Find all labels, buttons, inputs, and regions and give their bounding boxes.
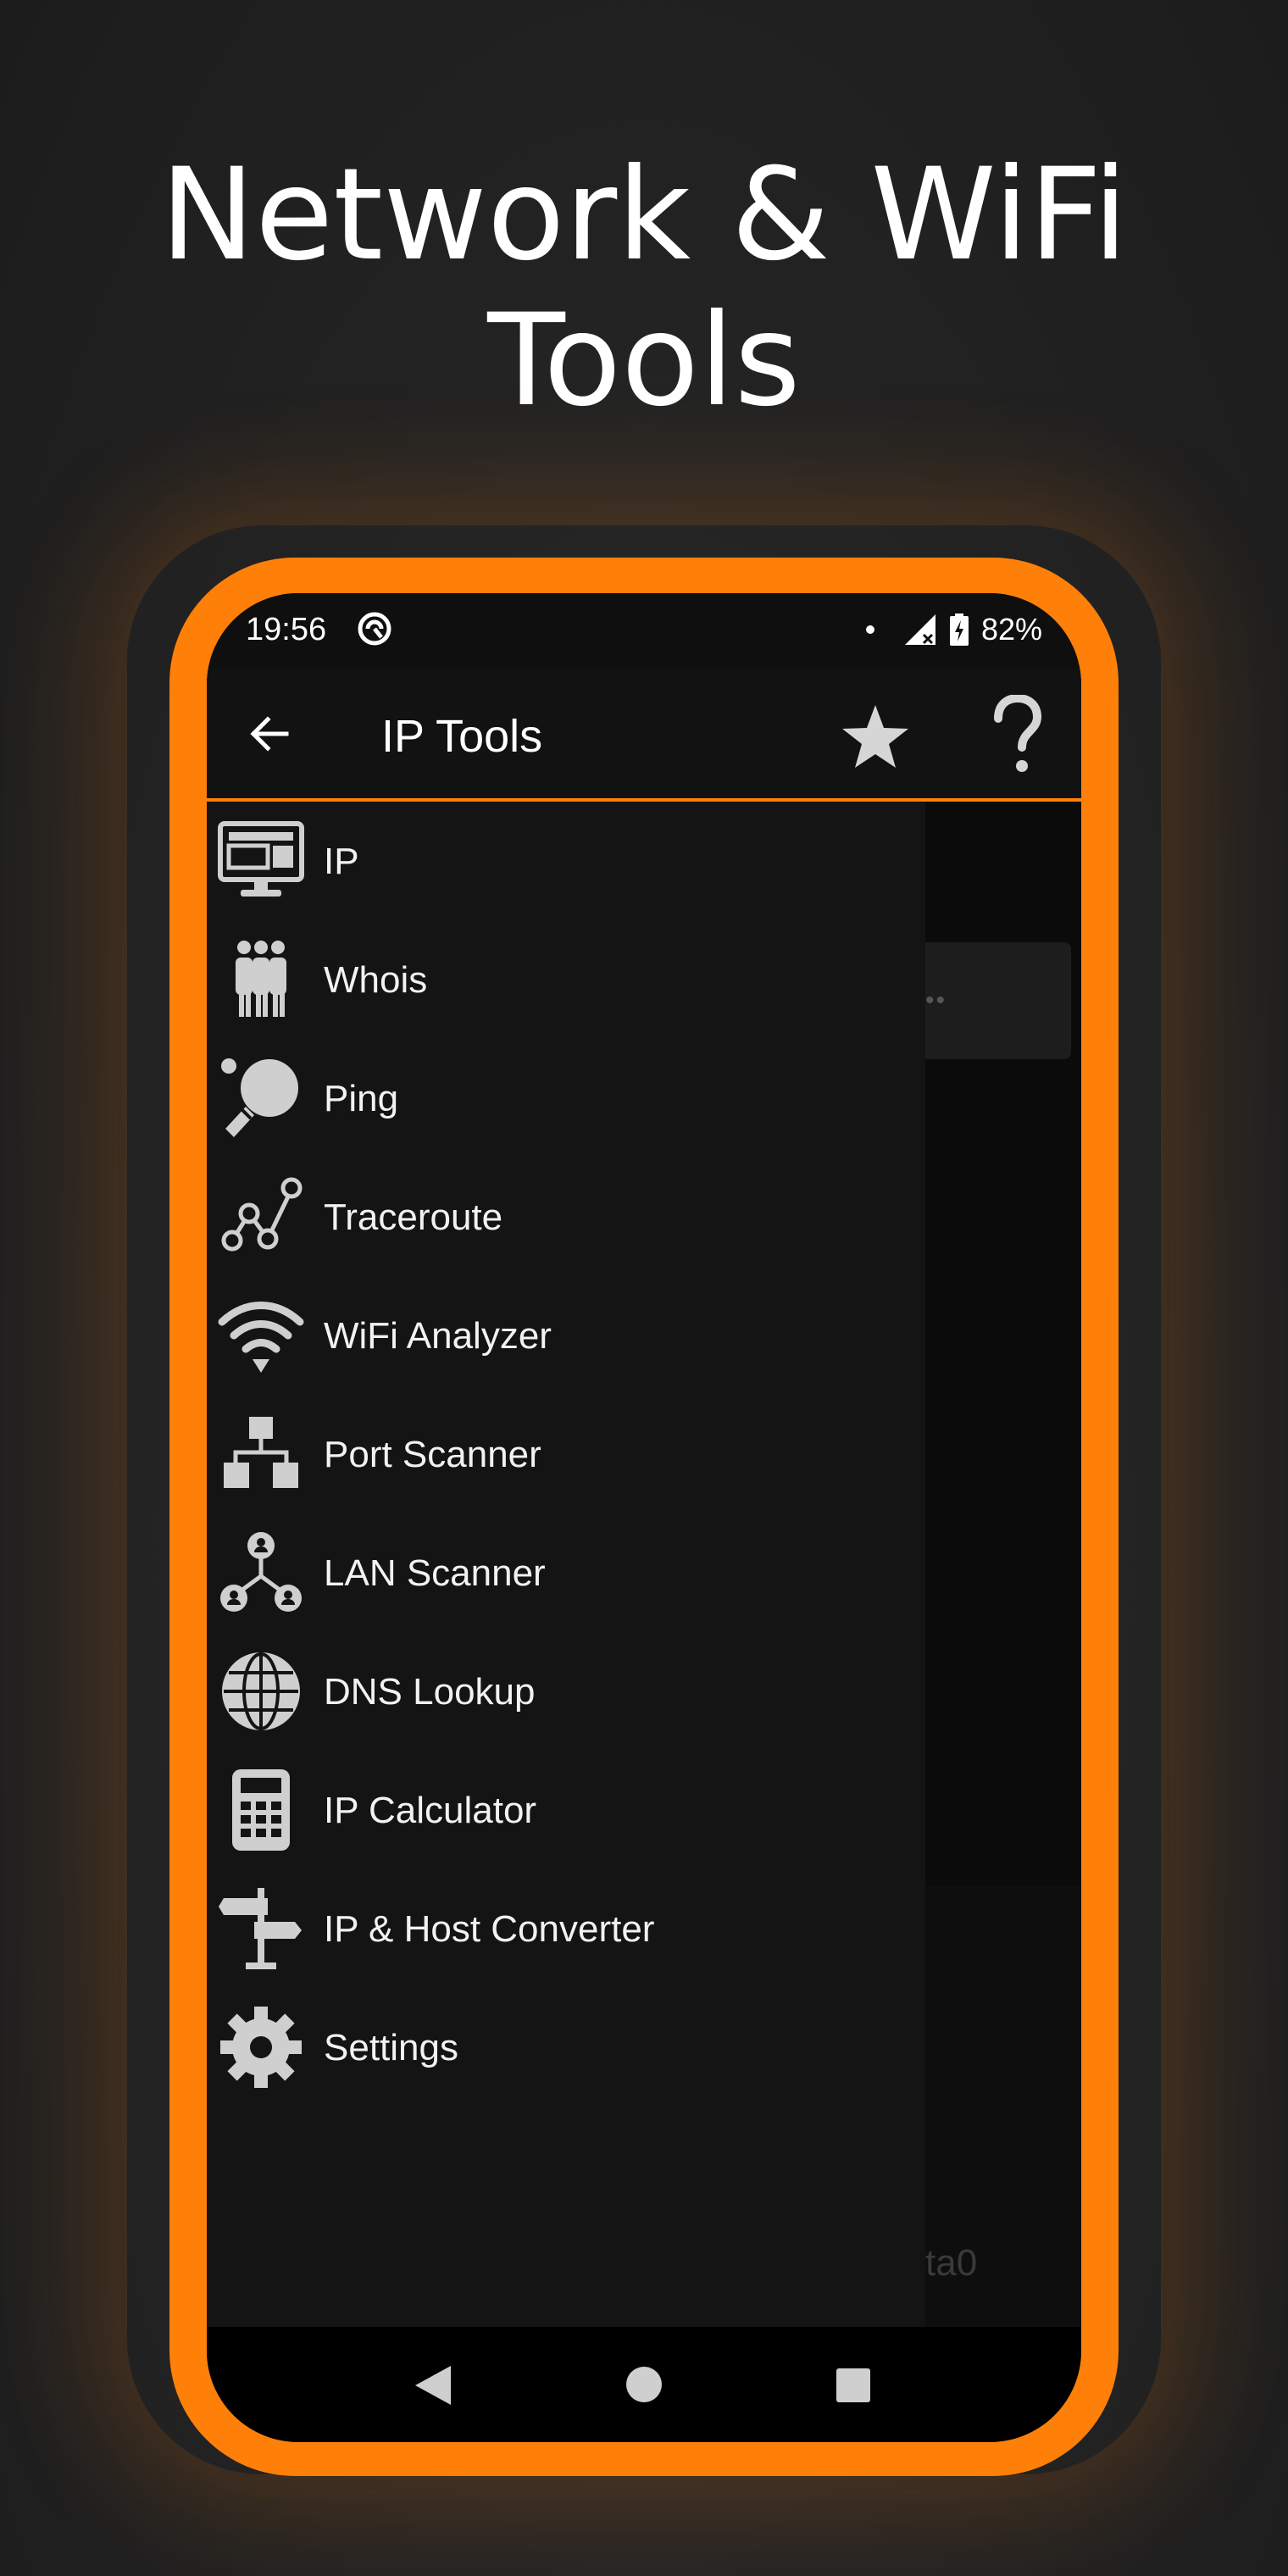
headline-line1: Network & WiFi [159,142,1129,289]
nav-recent-icon[interactable] [836,2368,871,2403]
app-notification-icon [358,612,391,646]
notification-dot [865,625,874,634]
headline: Network & WiFi Tools [0,142,1288,434]
drawer-item-label: Whois [324,959,428,1001]
signal-icon [904,614,935,645]
drawer-item-wifi-analyzer[interactable]: WiFi Analyzer [207,1276,925,1395]
drawer-item-label: IP & Host Converter [324,1908,655,1950]
content-text-1: ta0 [925,2242,978,2284]
network-hierarchy-icon [224,1417,298,1488]
drawer-item-whois[interactable]: Whois [207,920,925,1039]
app-bar: IP Tools [207,669,1081,802]
nav-back-icon[interactable] [414,2364,452,2407]
lan-users-icon [220,1532,302,1612]
drawer-item-traceroute[interactable]: Traceroute [207,1158,925,1276]
drawer-item-ip-host-converter[interactable]: IP & Host Converter [207,1869,925,1988]
drawer-item-dns-lookup[interactable]: DNS Lookup [207,1632,925,1751]
status-bar: 19:56 82% [207,593,1081,669]
people-icon [236,941,286,1017]
drawer-item-ip-calculator[interactable]: IP Calculator [207,1751,925,1869]
navigation-drawer: IP Whois Ping Traceroute WiFi Analyzer P… [207,802,925,2327]
drawer-item-lan-scanner[interactable]: LAN Scanner [207,1513,925,1632]
globe-icon [222,1652,300,1730]
drawer-item-settings[interactable]: Settings [207,1988,925,2107]
signpost-icon [219,1888,302,1969]
drawer-item-label: WiFi Analyzer [324,1315,552,1357]
drawer-item-label: Ping [324,1078,399,1119]
wifi-icon [218,1302,304,1373]
calculator-icon [232,1769,290,1851]
battery-percent: 82% [980,612,1042,647]
ping-pong-icon [221,1058,298,1137]
drawer-item-label: IP Calculator [324,1790,537,1831]
drawer-item-ip[interactable]: IP [207,802,925,920]
nav-home-icon[interactable] [625,2366,663,2403]
status-right: 82% [865,610,1042,649]
drawer-item-label: Port Scanner [324,1434,541,1475]
page-title: IP Tools [381,711,543,762]
arrow-back-icon[interactable] [244,708,295,759]
content-dots: •• [925,986,947,1014]
drawer-item-port-scanner[interactable]: Port Scanner [207,1395,925,1513]
drawer-item-label: DNS Lookup [324,1671,536,1713]
headline-line2: Tools [487,287,801,435]
drawer-item-label: IP [324,841,359,882]
drawer-item-label: Traceroute [324,1196,503,1238]
battery-charging-icon [949,613,969,646]
drawer-item-ping[interactable]: Ping [207,1039,925,1158]
monitor-icon [218,821,304,897]
drawer-item-label: Settings [324,2027,458,2068]
phone-screen: 19:56 82% IP Tools •• ta0 IP Whois Ping … [207,593,1081,2442]
status-time: 19:56 [246,612,327,647]
drawer-item-label: LAN Scanner [324,1552,546,1594]
system-nav-bar [207,2327,1081,2442]
route-icon [221,1177,303,1252]
gear-icon [220,2007,302,2088]
star-icon[interactable] [839,700,912,773]
help-icon[interactable] [988,695,1047,776]
